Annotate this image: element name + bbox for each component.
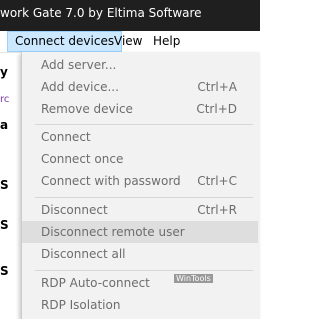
menu-item-disconnect[interactable]: Disconnect Ctrl+R (22, 199, 258, 221)
menu-item-label: Disconnect (41, 203, 108, 217)
menu-item-shortcut: Ctrl+C (197, 174, 237, 188)
connect-devices-dropdown: Add server... Add device... Ctrl+A Remov… (21, 52, 260, 319)
menu-item-label: Disconnect all (41, 247, 126, 261)
background-text-fragment: a (0, 118, 9, 132)
menu-view[interactable]: View (107, 31, 149, 52)
watermark: WinTools (174, 274, 213, 283)
menu-item-label: RDP Isolation (41, 298, 121, 312)
menu-item-label: RDP Auto-connect (41, 276, 150, 290)
menu-item-shortcut: Ctrl+A (197, 80, 237, 94)
window-title: work Gate 7.0 by Eltima Software (0, 6, 202, 20)
menu-item-label: Add server... (41, 58, 117, 72)
background-text-fragment: rc (0, 94, 10, 105)
menu-item-connect-once[interactable]: Connect once (22, 148, 258, 170)
menu-item-rdp-isolation[interactable]: RDP Isolation (22, 294, 258, 316)
menu-item-label: Add device... (41, 80, 119, 94)
menu-item-add-device[interactable]: Add device... Ctrl+A (22, 76, 258, 98)
menu-separator (35, 270, 253, 271)
menu-item-disconnect-all[interactable]: Disconnect all (22, 243, 258, 265)
menu-item-label: Connect with password (41, 174, 181, 188)
menu-item-remove-device[interactable]: Remove device Ctrl+D (22, 98, 258, 120)
background-text-fragment: S (0, 264, 9, 278)
menu-item-shortcut: Ctrl+D (196, 102, 237, 116)
title-bar: work Gate 7.0 by Eltima Software (0, 0, 260, 31)
menu-item-disconnect-remote-user[interactable]: Disconnect remote user (22, 221, 258, 243)
menu-item-label: Disconnect remote user (41, 225, 185, 239)
background-text-fragment: S (0, 218, 9, 232)
menu-item-label: Connect (41, 130, 91, 144)
menu-item-add-server[interactable]: Add server... (22, 54, 258, 76)
menu-separator (35, 197, 253, 198)
menu-item-rdp-auto-connect[interactable]: RDP Auto-connect (22, 272, 258, 294)
menu-item-label: Connect once (41, 152, 124, 166)
menu-item-connect[interactable]: Connect (22, 126, 258, 148)
menu-separator (35, 124, 253, 125)
background-text-fragment: y (0, 65, 8, 79)
menu-item-label: Remove device (41, 102, 133, 116)
menu-bar: Connect devices View Help (0, 31, 260, 53)
menu-help[interactable]: Help (146, 31, 187, 52)
menu-item-connect-with-password[interactable]: Connect with password Ctrl+C (22, 170, 258, 192)
background-text-fragment: S (0, 178, 9, 192)
menu-connect-devices[interactable]: Connect devices (7, 31, 123, 52)
menu-item-shortcut: Ctrl+R (197, 203, 237, 217)
